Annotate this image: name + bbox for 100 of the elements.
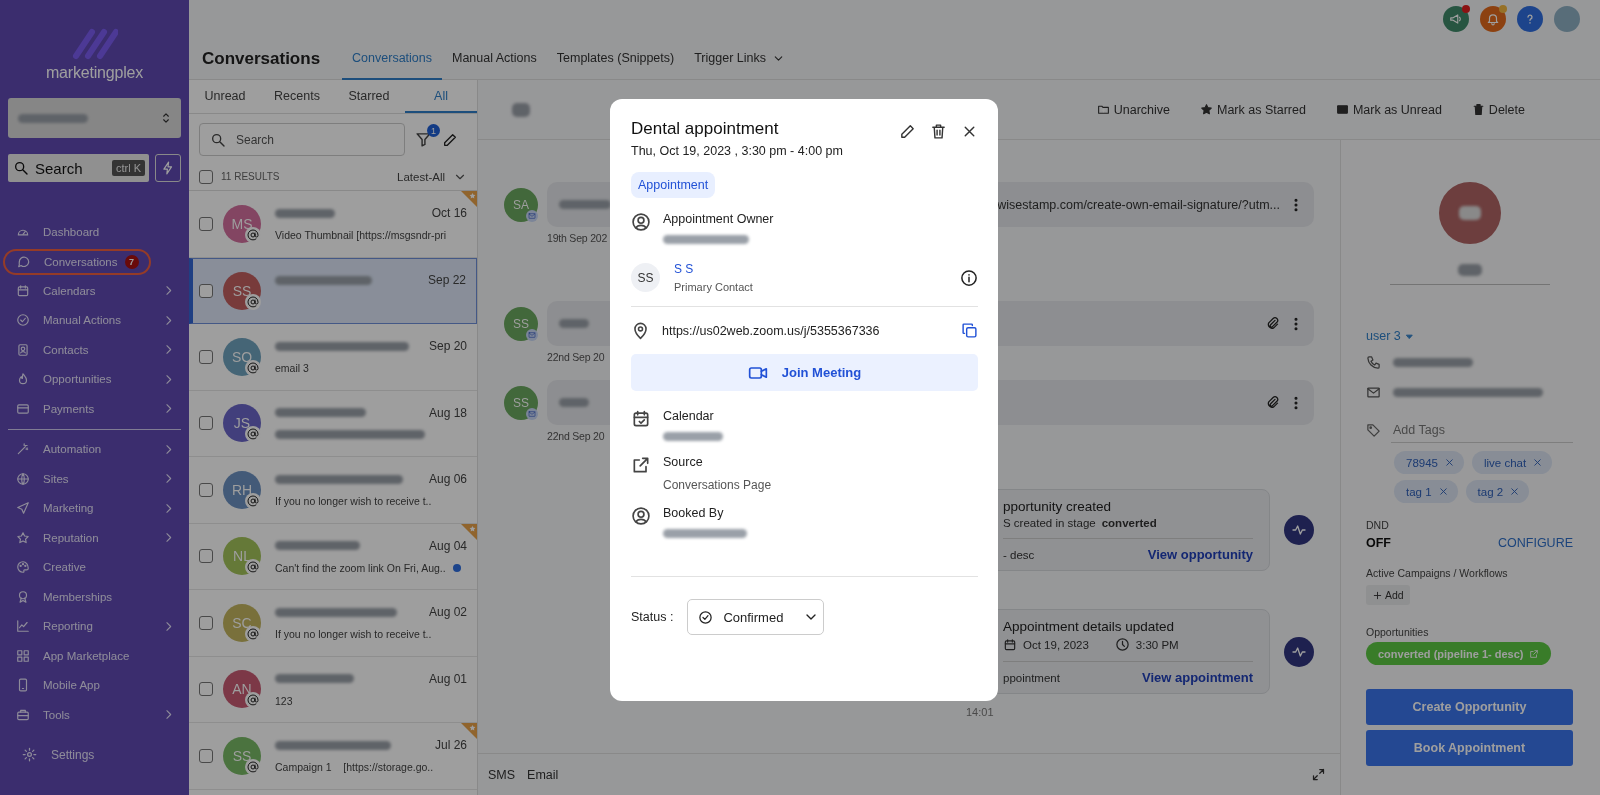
nav-item[interactable]: Reporting	[0, 611, 189, 641]
toolbar-action[interactable]: Mark as Unread	[1335, 102, 1442, 117]
nav-item[interactable]: Payments	[0, 394, 189, 424]
quick-action-button[interactable]	[155, 154, 181, 182]
nav-item[interactable]: Tools	[0, 700, 189, 730]
mail-icon	[528, 331, 536, 339]
checkbox[interactable]	[199, 549, 213, 564]
conversation-item[interactable]: SC Aug 02 If you no longer wish to receive t..	[189, 590, 477, 657]
toolbar-action[interactable]: Delete	[1471, 102, 1525, 117]
line-chart-icon	[16, 619, 30, 634]
nav-tab[interactable]: Trigger Links	[684, 38, 795, 80]
conversation-item[interactable]: AN Aug 01 123	[189, 656, 477, 723]
nav-item[interactable]: Manual Actions	[0, 305, 189, 335]
nav-item[interactable]: App Marketplace	[0, 641, 189, 671]
field-label: Opportunities	[1366, 626, 1430, 638]
edit-icon[interactable]	[899, 123, 916, 140]
conversation-item[interactable]: SS Jul 26 Campaign 1 [https://storage.go..	[189, 723, 477, 790]
close-icon	[1532, 457, 1544, 468]
nav-item[interactable]: Dashboard	[0, 217, 189, 247]
megaphone-icon	[1449, 12, 1463, 26]
search-input[interactable]: Search	[33, 158, 108, 178]
filter-tab[interactable]: Recents	[261, 80, 333, 113]
checkbox[interactable]	[199, 615, 213, 630]
palette-icon	[16, 560, 30, 575]
search-field[interactable]: Search	[199, 123, 405, 156]
checkbox[interactable]	[199, 216, 213, 231]
delete-icon[interactable]	[930, 123, 947, 140]
search-input[interactable]: Search	[234, 131, 394, 148]
nav-item[interactable]: Sites	[0, 464, 189, 494]
activity-link[interactable]: View appointment	[1142, 670, 1253, 685]
nav-item[interactable]: Automation	[0, 434, 189, 464]
avatar: SS	[504, 307, 538, 341]
activity-footer: - desc	[1003, 548, 1035, 561]
channel-tab[interactable]: SMS	[488, 767, 516, 782]
filter-tab[interactable]: Starred	[333, 80, 405, 113]
announcements-button[interactable]	[1443, 6, 1469, 32]
meeting-link[interactable]: https://us02web.zoom.us/j/5355367336	[662, 323, 949, 338]
message-time: 22nd Sep 20	[547, 351, 605, 363]
checkbox[interactable]	[199, 682, 213, 697]
nav-tab[interactable]: Templates (Snippets)	[546, 38, 685, 80]
join-meeting-button[interactable]: Join Meeting	[631, 354, 978, 391]
mail-icon	[1366, 384, 1381, 400]
avatar: AN	[223, 670, 261, 709]
select-all-checkbox[interactable]	[199, 169, 213, 184]
toolbar-action[interactable]: Unarchive	[1096, 102, 1170, 117]
activity-link[interactable]: View opportunity	[1147, 547, 1253, 562]
help-button[interactable]	[1517, 6, 1543, 32]
sort-dropdown[interactable]: Latest-All	[397, 170, 445, 183]
contact-name[interactable]: S S	[674, 262, 946, 276]
nav-item[interactable]: Contacts	[0, 335, 189, 365]
checkbox[interactable]	[199, 748, 213, 763]
add-button[interactable]: Add	[1366, 585, 1410, 605]
tag-chip[interactable]: tag 1	[1394, 480, 1458, 503]
expand-icon[interactable]	[1311, 767, 1326, 782]
avatar: SS	[223, 736, 261, 775]
conversation-item[interactable]: JS Aug 18	[189, 390, 477, 457]
calendar-icon	[1003, 637, 1017, 652]
search-field[interactable]: Search ctrl K	[8, 154, 149, 182]
nav-item[interactable]: Memberships	[0, 582, 189, 612]
configure-link[interactable]: CONFIGURE	[1498, 536, 1573, 550]
checkbox[interactable]	[199, 482, 213, 497]
nav-item[interactable]: Marketing	[0, 493, 189, 523]
action-button[interactable]: Book Appointment	[1366, 730, 1573, 766]
tags-field[interactable]: Add Tags	[1391, 417, 1573, 443]
compose-icon[interactable]	[442, 131, 458, 148]
activity-title: Appointment details updated	[1003, 619, 1176, 634]
notifications-button[interactable]	[1480, 6, 1506, 32]
filter-tab[interactable]: Unread	[189, 80, 261, 113]
user-avatar[interactable]	[1554, 6, 1580, 32]
nav-item[interactable]: Reputation	[0, 523, 189, 553]
conversation-item[interactable]: RH Aug 06 If you no longer wish to receive t..	[189, 457, 477, 524]
date: Aug 06	[428, 472, 467, 487]
conversation-item[interactable]: MS Oct 16 Video Thumbnail [https://msgsndr-pri	[189, 191, 477, 258]
checkbox[interactable]	[199, 283, 213, 298]
checkbox[interactable]	[199, 349, 213, 364]
nav-item[interactable]: Mobile App	[0, 670, 189, 700]
channel-tab[interactable]: Email	[527, 767, 559, 782]
conversation-item[interactable]: NL Aug 04 Can't find the zoom link On Fri, Aug..	[189, 523, 477, 590]
activity-date: Oct 19, 2023	[1023, 638, 1089, 651]
info-icon[interactable]	[960, 268, 978, 287]
paperclip-icon[interactable]	[1265, 316, 1280, 331]
settings-link[interactable]: Settings	[0, 739, 189, 770]
action-button[interactable]: Create Opportunity	[1366, 689, 1573, 725]
checkbox[interactable]	[199, 416, 213, 431]
conversation-item[interactable]: SS Sep 22	[189, 257, 477, 324]
conversation-item[interactable]: SO Sep 20 email 3	[189, 324, 477, 391]
toolbar-action[interactable]: Mark as Starred	[1200, 102, 1306, 117]
nav-tab[interactable]: Manual Actions	[442, 38, 547, 80]
nav-item[interactable]: Opportunities	[0, 364, 189, 394]
nav-item[interactable]: Creative	[0, 552, 189, 582]
nav-item[interactable]: Calendars	[0, 276, 189, 306]
copy-icon[interactable]	[961, 322, 978, 339]
tag-chip[interactable]: 78945	[1394, 451, 1464, 474]
date: Aug 18	[428, 405, 467, 420]
status-dropdown[interactable]: Confirmed	[687, 599, 825, 635]
paperclip-icon[interactable]	[1265, 395, 1280, 410]
owner-dropdown[interactable]: user 3	[1366, 329, 1573, 343]
tag-chip[interactable]: live chat	[1472, 451, 1553, 474]
nav-item[interactable]: Conversations 7	[3, 248, 151, 275]
tag-chip[interactable]: tag 2	[1465, 480, 1530, 503]
